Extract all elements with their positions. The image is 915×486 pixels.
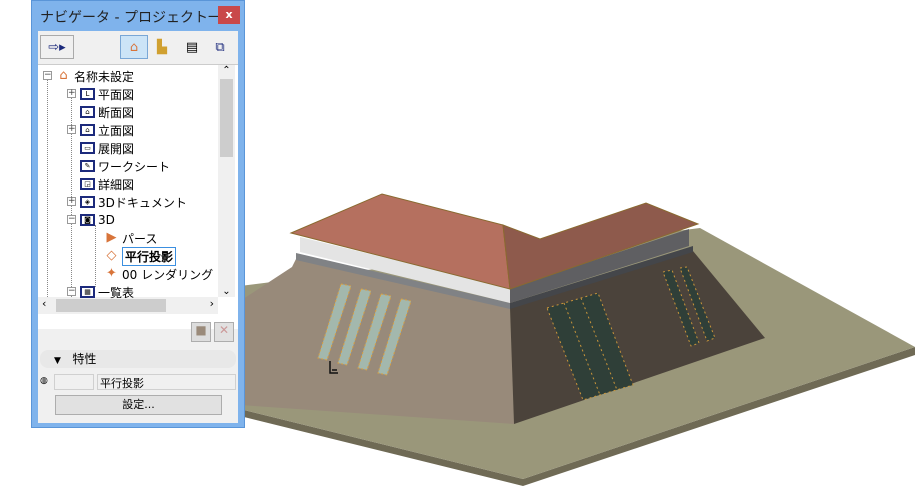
tree-item-label: 3Dドキュメント (98, 195, 187, 210)
tree-item-label: ワークシート (98, 159, 171, 174)
properties-label: 特性 (72, 352, 97, 366)
tree-item-label: 一覧表 (98, 285, 135, 300)
view-icon: ⌂ (80, 106, 95, 118)
tree-item-label: 3D (98, 213, 115, 227)
scroll-down-icon[interactable]: ⌄ (218, 286, 235, 297)
tree-item[interactable]: ◲ 詳細図 (80, 175, 134, 193)
publisher-button[interactable]: ⧉ (206, 35, 234, 59)
view-icon: ◇ (106, 248, 117, 263)
tree-item-label: 展開図 (98, 141, 135, 156)
navigator-palette: ナビゲータ - プロジェクト一覧 x ⇨▸ ⌂ ▙ ▤ ⧉ ⌃ ⌄ ‹ › − ⌂… (31, 0, 245, 428)
tree-item-label: 詳細図 (98, 177, 135, 192)
scroll-left-icon[interactable]: ‹ (42, 297, 46, 310)
tree-item[interactable]: ◙ 3D (80, 211, 115, 229)
tree-item-label: 00 レンダリング (122, 267, 214, 282)
view-icon: ⌂ (59, 68, 68, 83)
tree-item[interactable]: ▶ パース (104, 229, 158, 247)
view-icon: ✎ (80, 160, 95, 172)
tree-item-label: パース (122, 231, 158, 246)
vertical-scrollbar[interactable]: ⌃ ⌄ (218, 65, 235, 297)
tree-item[interactable]: ▭ 展開図 (80, 139, 134, 157)
view-icon: ✦ (106, 266, 117, 281)
tree-item[interactable]: ◈ 3Dドキュメント (80, 193, 187, 211)
tree-expander[interactable]: + (67, 197, 76, 206)
collapse-triangle-icon: ▼ (54, 356, 61, 366)
delete-icon: ✕ (218, 323, 230, 337)
view-icon: ▦ (80, 286, 95, 298)
new-view-button[interactable]: ■ (191, 322, 211, 342)
project-tree[interactable]: ⌃ ⌄ ‹ › − ⌂ 名称未設定 + L 平面図 ⌂ 断面図 + ⌂ 立面図 ▭ 展開図 ✎ ワークシート… (38, 64, 238, 329)
tree-expander[interactable]: − (67, 215, 76, 224)
tree-expander[interactable]: + (67, 89, 76, 98)
scroll-up-icon[interactable]: ⌃ (218, 65, 235, 76)
tree-item[interactable]: ▦ 一覧表 (80, 283, 134, 301)
view-name-field[interactable]: 平行投影 (97, 374, 236, 390)
view-icon: ◙ (80, 214, 95, 226)
tree-item-label: 断面図 (98, 105, 135, 120)
view-icon: ◈ (80, 196, 95, 208)
view-icon: ⌂ (80, 124, 95, 136)
tree-item[interactable]: ◇ 平行投影 (104, 246, 177, 266)
view-icon: ▭ (80, 142, 95, 154)
view-map-button[interactable]: ▙ (148, 35, 176, 59)
tree-expander[interactable]: − (43, 71, 52, 80)
tree-item[interactable]: ⌂ 断面図 (80, 103, 134, 121)
scroll-thumb[interactable] (220, 79, 233, 157)
close-button[interactable]: x (218, 6, 240, 24)
view-icon: L (80, 88, 95, 100)
properties-header[interactable]: ▼ 特性 (40, 350, 236, 368)
settings-button[interactable]: 設定... (55, 395, 222, 415)
layout-icon: ▤ (185, 39, 199, 55)
layout-book-button[interactable]: ▤ (178, 35, 206, 59)
house-icon: ⌂ (129, 39, 139, 55)
tree-item-label: 名称未設定 (74, 69, 135, 84)
publish-button[interactable]: ⇨▸ (40, 35, 74, 59)
project-map-button[interactable]: ⌂ (120, 35, 148, 59)
scroll-right-icon[interactable]: › (210, 297, 214, 310)
view-icon: ▶ (106, 230, 117, 245)
tree-item-label: 平面図 (98, 87, 135, 102)
publish-icon: ⇨▸ (48, 39, 66, 55)
view-icon: ◲ (80, 178, 95, 190)
tree-item[interactable]: ✦ 00 レンダリング (104, 265, 213, 283)
tree-item-label: 立面図 (98, 123, 135, 138)
publisher-icon: ⧉ (215, 39, 225, 55)
tree-item[interactable]: ⌂ 立面図 (80, 121, 134, 139)
tree-item[interactable]: ✎ ワークシート (80, 157, 170, 175)
tree-item[interactable]: ⌂ 名称未設定 (56, 67, 134, 85)
folder-icon: ▙ (157, 39, 167, 55)
tree-expander[interactable]: + (67, 125, 76, 134)
delete-button[interactable]: ✕ (214, 322, 234, 342)
view-type-icon: ◍ (40, 376, 48, 386)
tree-expander[interactable]: − (67, 287, 76, 296)
tree-item[interactable]: L 平面図 (80, 85, 134, 103)
tree-item-label: 平行投影 (122, 246, 177, 266)
new-icon: ■ (195, 323, 207, 337)
window-title: ナビゲータ - プロジェクト一覧 (40, 10, 236, 26)
view-id-field[interactable] (54, 374, 94, 390)
